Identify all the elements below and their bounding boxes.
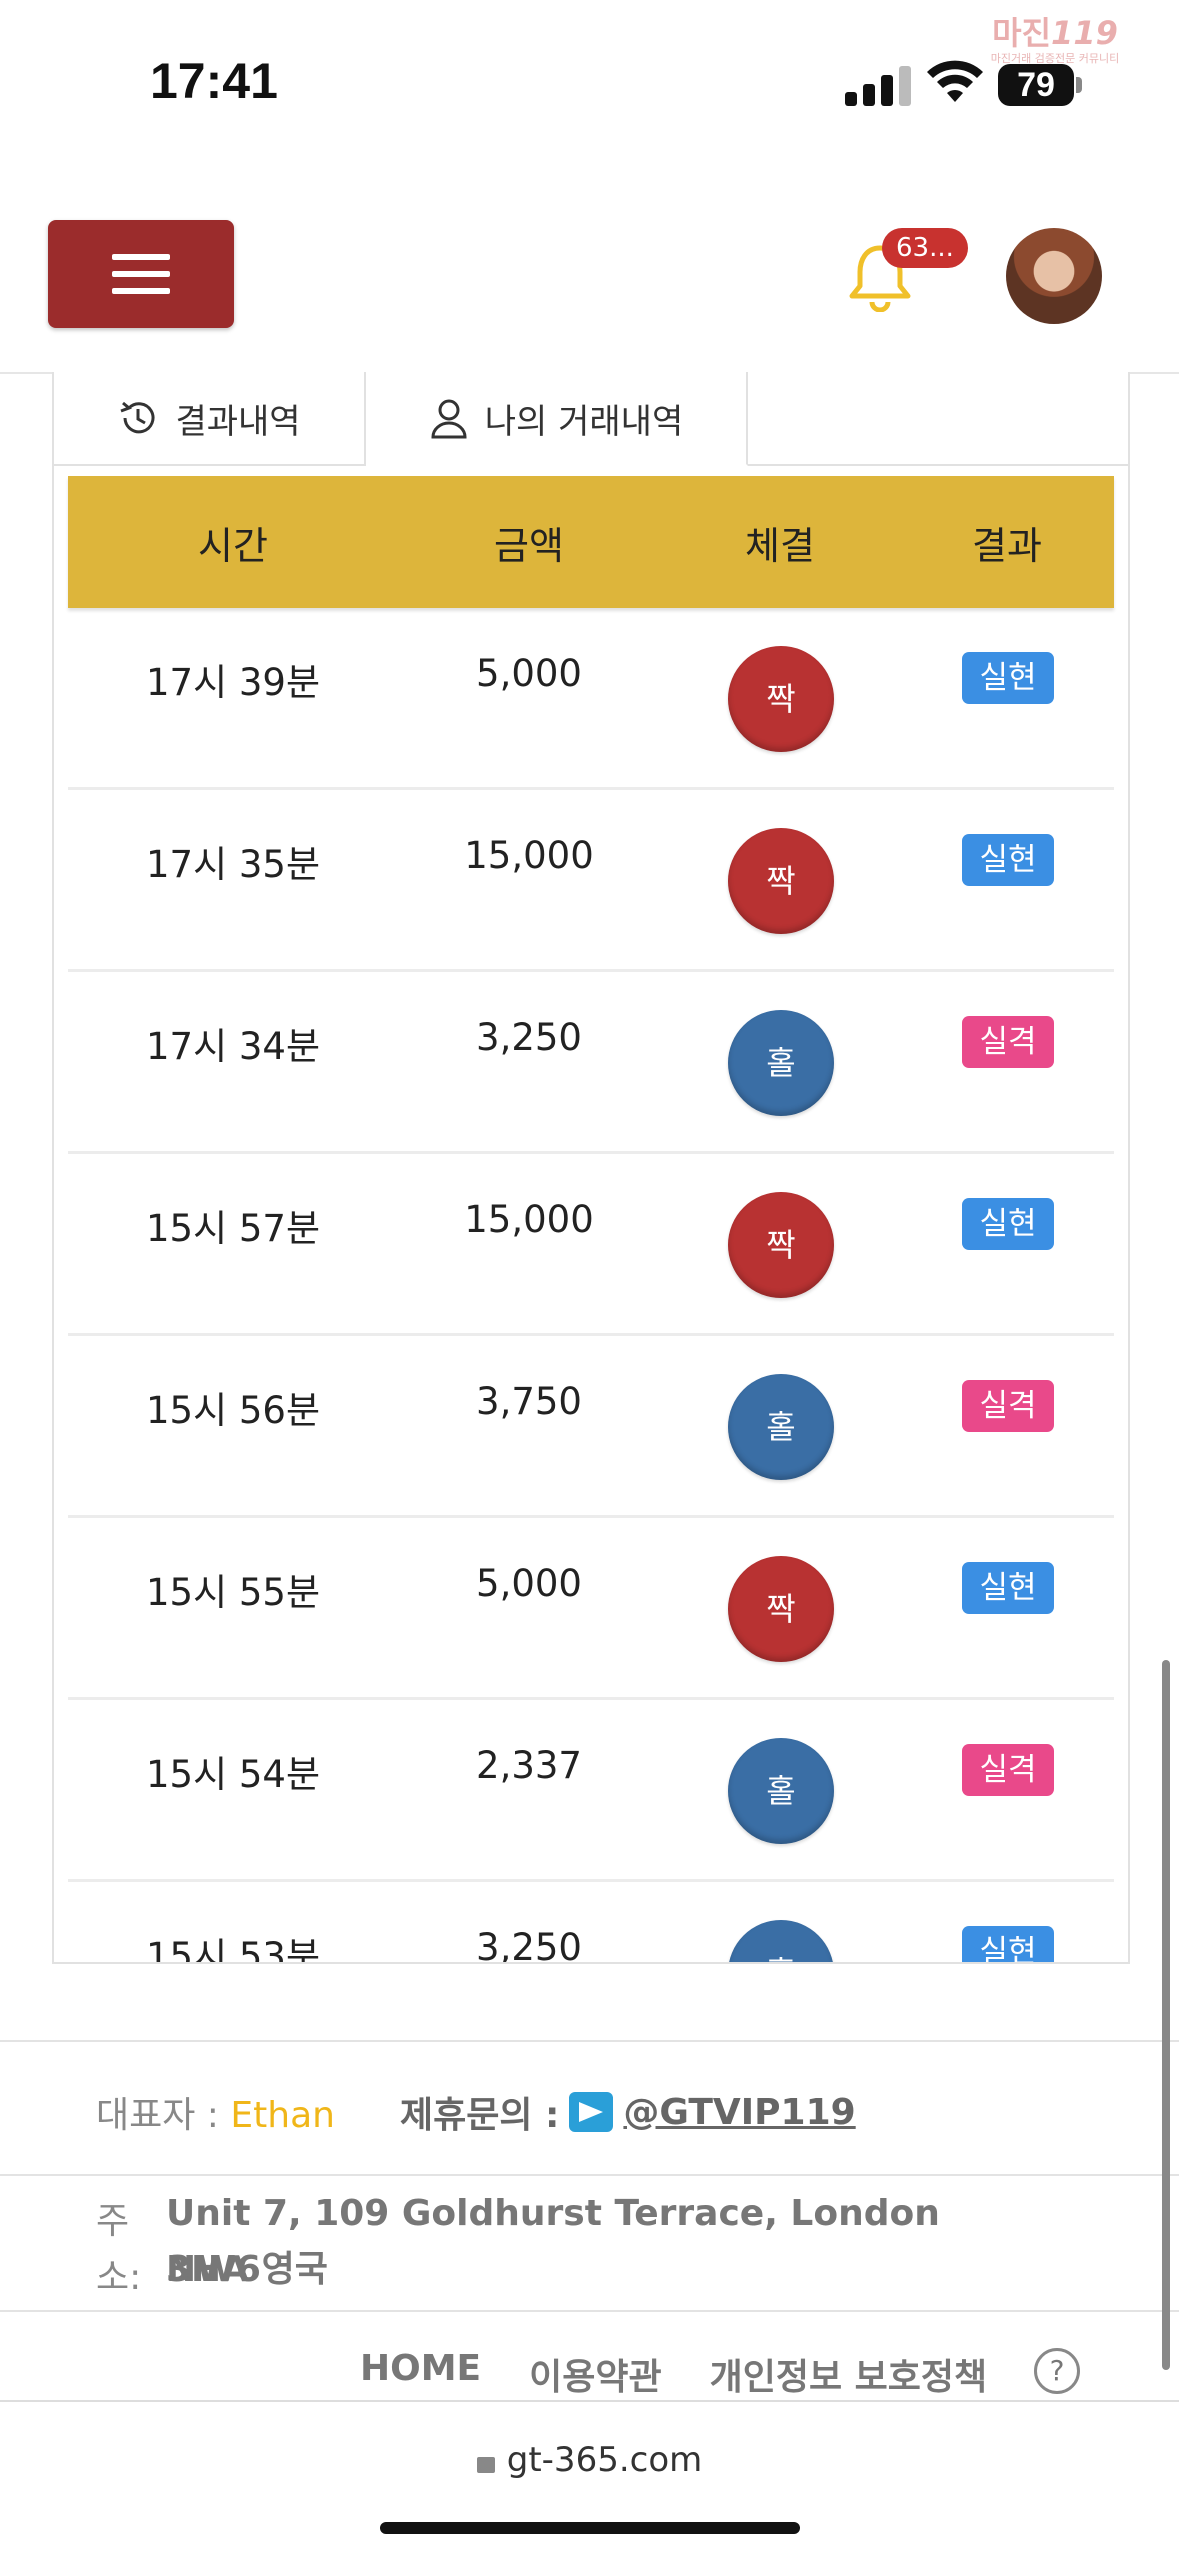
cell-time: 15시 55분 [145,1571,320,1614]
table-row: 15시 57분 15,000 짝 실현 [68,1154,1114,1336]
cell-time: 15시 54분 [145,1753,320,1796]
result-badge: 실격 [962,1744,1054,1796]
hamburger-icon-line [112,288,170,294]
result-badge: 실격 [962,1016,1054,1068]
terms-link[interactable]: 이용약관 [529,2348,661,2400]
address-line-2: 3HA 영국 [166,2249,328,2290]
trade-badge: 짝 [728,1192,834,1298]
telegram-handle-link[interactable]: @GTVIP119 [623,2092,855,2133]
cell-amount: 5,000 [476,1562,582,1605]
cell-amount: 5,000 [476,652,582,695]
tab-results[interactable]: 결과내역 [54,372,366,464]
battery-nub [1076,77,1082,93]
result-badge: 실현 [962,652,1054,704]
url-display[interactable]: gt-365.com [0,2440,1179,2480]
result-badge: 실격 [962,1380,1054,1432]
browser-address-bar: gt-365.com [0,2400,1179,2558]
cell-amount: 15,000 [464,1198,594,1241]
table-header: 시간 금액 체결 결과 [68,476,1114,608]
trade-history-card: 결과내역 나의 거래내역 시간 금액 체결 결과 17시 39분 5,000 짝… [52,372,1130,1964]
help-icon[interactable]: ? [1034,2348,1080,2394]
footer-divider [0,2040,1179,2042]
cell-time: 17시 34분 [145,1025,320,1068]
trade-badge: 홀 [728,1010,834,1116]
telegram-icon[interactable] [569,2092,614,2132]
user-icon [431,399,467,439]
representative: 대표자 : Ethan [96,2086,335,2138]
table-row: 17시 35분 15,000 짝 실현 [68,790,1114,972]
hamburger-icon-line [112,271,170,277]
cell-time: 15시 56분 [145,1389,320,1432]
cell-amount: 3,250 [476,1016,582,1059]
cellular-signal-icon [845,62,915,106]
result-badge: 실현 [962,834,1054,886]
avatar[interactable] [1006,228,1102,324]
tab-my-trades-label: 나의 거래내역 [484,401,684,442]
watermark-logo: 마진119 마진거래 검증전문 커뮤니티 [935,8,1175,65]
trade-table: 시간 금액 체결 결과 17시 39분 5,000 짝 실현 17시 35분 1… [68,476,1114,1964]
cell-amount: 2,337 [476,1744,582,1787]
trade-badge: 홀 [728,1920,834,1962]
partnership-contact: 제휴문의 : @GTVIP119 [400,2086,856,2138]
table-row: 15시 56분 3,750 홀 실격 [68,1336,1114,1518]
footer-links: HOME 이용약관 개인정보 보호정책 [360,2348,987,2400]
result-badge: 실현 [962,1198,1054,1250]
trade-badge: 홀 [728,1738,834,1844]
address-label: 주 [96,2201,130,2242]
url-text: gt-365.com [506,2440,703,2480]
trade-badge: 짝 [728,1556,834,1662]
header-result: 결과 [972,523,1042,568]
status-time: 17:41 [150,53,278,109]
hamburger-icon [112,254,170,260]
header-time: 시간 [198,523,268,568]
cell-amount: 3,750 [476,1380,582,1423]
rep-label: 대표자 : [96,2095,231,2136]
trade-badge: 짝 [728,828,834,934]
table-row: 15시 53분 3,250 홀 실현 [68,1882,1114,1964]
cell-amount: 15,000 [464,834,594,877]
scrollbar[interactable] [1162,1660,1170,2370]
header-amount: 금액 [494,523,564,568]
home-link[interactable]: HOME [360,2348,481,2400]
header-trade: 체결 [745,523,815,568]
trade-badge: 홀 [728,1374,834,1480]
trade-badge: 짝 [728,646,834,752]
menu-button[interactable] [48,220,234,328]
cell-time: 17시 39분 [145,661,320,704]
footer-divider [0,2310,1179,2312]
watermark-title: 마진 [992,14,1052,52]
table-body: 17시 39분 5,000 짝 실현 17시 35분 15,000 짝 실현 1… [68,608,1114,1964]
notification-badge[interactable]: 63... [882,228,968,268]
result-badge: 실현 [962,1562,1054,1614]
contact-label: 제휴문의 : [400,2095,560,2136]
cell-amount: 3,250 [476,1926,582,1964]
home-indicator[interactable] [380,2522,800,2534]
cell-time: 15시 57분 [145,1207,320,1250]
cell-time: 15시 53분 [145,1935,320,1964]
watermark-subtitle: 마진거래 검증전문 커뮤니티 [990,52,1120,65]
status-bar: 17:41 79 마진119 마진거래 검증전문 커뮤니티 [0,0,1179,160]
result-badge: 실현 [962,1926,1054,1962]
tab-my-trades[interactable]: 나의 거래내역 [366,372,748,466]
table-row: 15시 54분 2,337 홀 실격 [68,1700,1114,1882]
battery-icon: 79 [998,64,1074,106]
table-row: 17시 34분 3,250 홀 실격 [68,972,1114,1154]
history-icon [120,401,155,434]
watermark-suffix: 119 [1051,14,1118,52]
tab-results-label: 결과내역 [175,401,301,442]
cell-time: 17시 35분 [145,843,320,886]
lock-icon [476,2457,495,2473]
address-label-2: 소: [96,2257,142,2298]
tab-bar: 결과내역 나의 거래내역 [54,372,1128,466]
app-header: 63... [0,160,1179,374]
table-row: 17시 39분 5,000 짝 실현 [68,608,1114,790]
privacy-policy-link[interactable]: 개인정보 보호정책 [710,2348,988,2400]
footer-divider [0,2174,1179,2176]
table-row: 15시 55분 5,000 짝 실현 [68,1518,1114,1700]
rep-name: Ethan [230,2095,335,2136]
